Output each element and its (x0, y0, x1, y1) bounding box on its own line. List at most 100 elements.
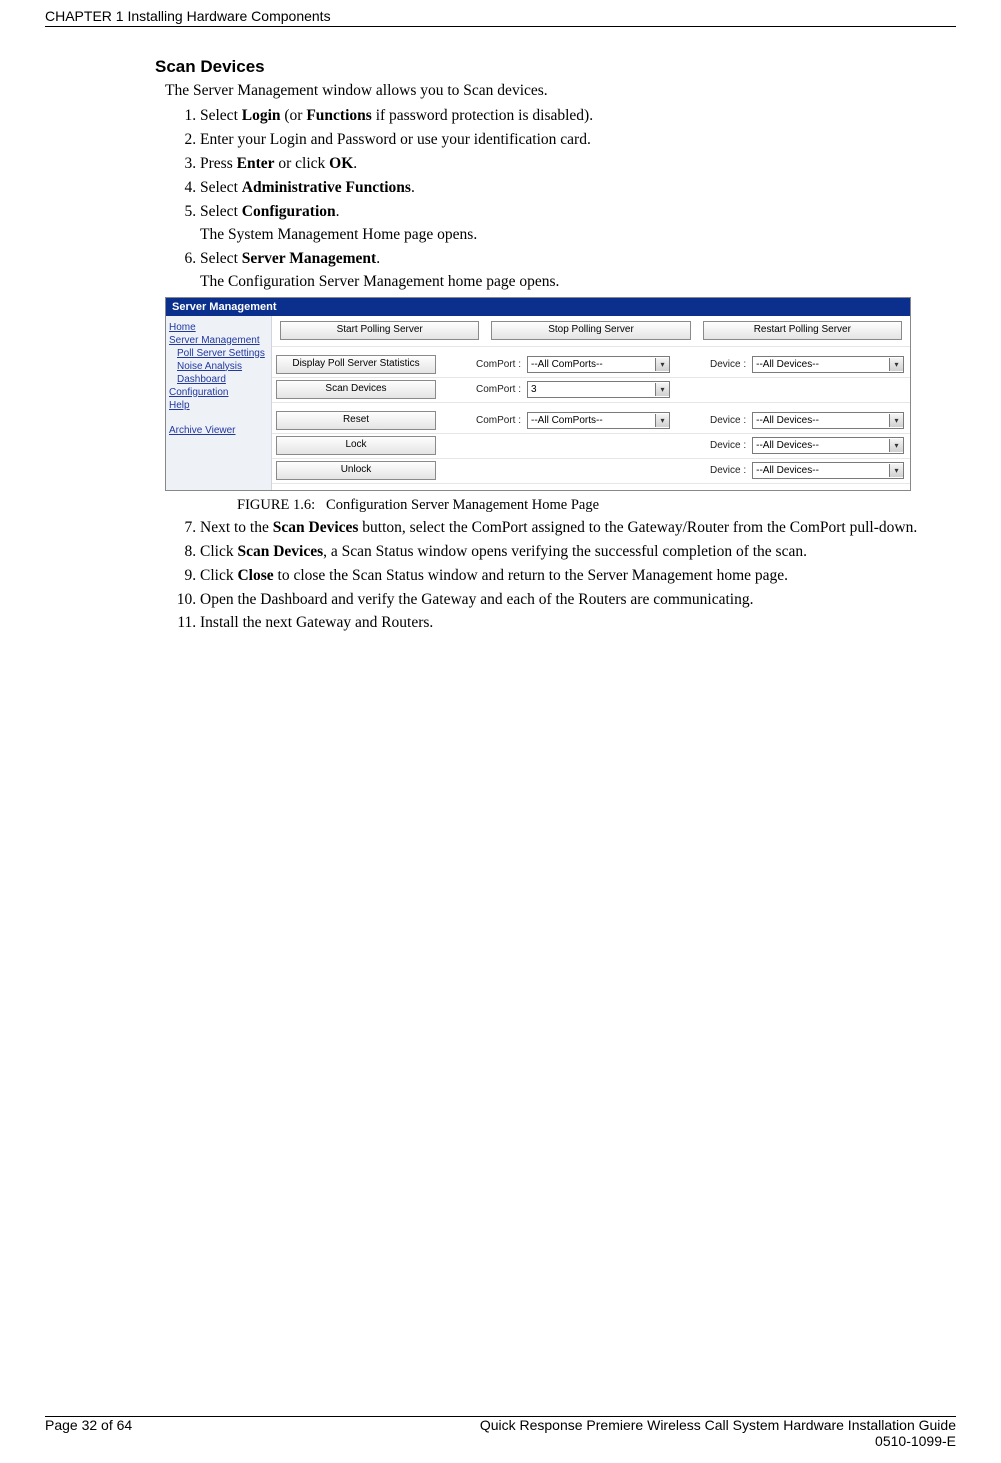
step-note: The Configuration Server Management home… (200, 272, 936, 293)
step-bold: OK (329, 155, 353, 172)
step-text: . (376, 250, 380, 267)
comport-select-stats[interactable]: --All ComPorts-- (527, 356, 670, 373)
step-8: Click Scan Devices, a Scan Status window… (200, 542, 936, 563)
dropdown-arrow-icon (889, 439, 903, 452)
step-bold: Server Management (242, 250, 376, 267)
step-text: button, select the ComPort assigned to t… (358, 519, 917, 536)
step-bold: Login (242, 107, 281, 124)
step-text: or click (275, 155, 330, 172)
reset-button[interactable]: Reset (276, 411, 436, 430)
lock-button[interactable]: Lock (276, 436, 436, 455)
device-select-reset[interactable]: --All Devices-- (752, 412, 904, 429)
nav-configuration[interactable]: Configuration (169, 387, 271, 398)
step-text: to close the Scan Status window and retu… (274, 567, 788, 584)
step-bold: Administrative Functions (242, 179, 411, 196)
dropdown-arrow-icon (655, 383, 669, 396)
figure-title: Configuration Server Management Home Pag… (326, 497, 599, 513)
select-value: --All ComPorts-- (531, 415, 603, 426)
step-4: Select Administrative Functions. (200, 178, 936, 199)
running-header: CHAPTER 1 Installing Hardware Components (45, 0, 956, 24)
footer-page-number: Page 32 of 64 (45, 1417, 132, 1449)
step-bold: Functions (306, 107, 371, 124)
dropdown-arrow-icon (655, 358, 669, 371)
comport-label: ComPort : (470, 359, 521, 370)
step-bold: Scan Devices (237, 543, 323, 560)
dropdown-arrow-icon (655, 414, 669, 427)
procedure-list-continued: Next to the Scan Devices button, select … (165, 518, 936, 635)
nav-poll-settings[interactable]: Poll Server Settings (169, 348, 271, 359)
step-text: Select (200, 107, 242, 124)
start-polling-button[interactable]: Start Polling Server (280, 321, 479, 340)
step-text: Select (200, 203, 242, 220)
step-9: Click Close to close the Scan Status win… (200, 566, 936, 587)
step-text: Click (200, 543, 237, 560)
procedure-list: Select Login (or Functions if password p… (165, 106, 936, 292)
nav-noise-analysis[interactable]: Noise Analysis (169, 361, 271, 372)
step-7: Next to the Scan Devices button, select … (200, 518, 936, 539)
page-footer: Page 32 of 64 Quick Response Premiere Wi… (45, 1416, 956, 1449)
step-text: if password protection is disabled). (372, 107, 593, 124)
step-text: . (336, 203, 340, 220)
step-2: Enter your Login and Password or use you… (200, 130, 936, 151)
footer-guide-title: Quick Response Premiere Wireless Call Sy… (480, 1417, 956, 1433)
select-value: --All Devices-- (756, 465, 819, 476)
nav-server-management[interactable]: Server Management (169, 335, 271, 346)
display-stats-button[interactable]: Display Poll Server Statistics (276, 355, 436, 374)
step-text: . (353, 155, 357, 172)
step-bold: Enter (237, 155, 275, 172)
nav-home[interactable]: Home (169, 322, 271, 333)
step-text: , a Scan Status window opens verifying t… (323, 543, 807, 560)
select-value: --All Devices-- (756, 359, 819, 370)
window-titlebar: Server Management (166, 298, 910, 316)
nav-archive-viewer[interactable]: Archive Viewer (169, 425, 271, 436)
step-11: Install the next Gateway and Routers. (200, 613, 936, 634)
step-note: The System Management Home page opens. (200, 225, 936, 246)
footer-doc-number: 0510-1099-E (875, 1433, 956, 1449)
comport-label: ComPort : (470, 415, 521, 426)
step-10: Open the Dashboard and verify the Gatewa… (200, 590, 936, 611)
device-select-lock[interactable]: --All Devices-- (752, 437, 904, 454)
dropdown-arrow-icon (889, 358, 903, 371)
device-label: Device : (704, 465, 746, 476)
step-3: Press Enter or click OK. (200, 154, 936, 175)
nav-dashboard[interactable]: Dashboard (169, 374, 271, 385)
select-value: --All ComPorts-- (531, 359, 603, 370)
step-text: Next to the (200, 519, 273, 536)
comport-select-scan[interactable]: 3 (527, 381, 670, 398)
stop-polling-button[interactable]: Stop Polling Server (491, 321, 690, 340)
dropdown-arrow-icon (889, 464, 903, 477)
step-text: Select (200, 179, 242, 196)
select-value: --All Devices-- (756, 440, 819, 451)
step-bold: Configuration (242, 203, 336, 220)
figure-label: FIGURE 1.6: (237, 497, 315, 513)
scan-devices-button[interactable]: Scan Devices (276, 380, 436, 399)
select-value: 3 (531, 384, 537, 395)
select-value: --All Devices-- (756, 415, 819, 426)
step-text: Select (200, 250, 242, 267)
header-divider (45, 26, 956, 27)
restart-polling-button[interactable]: Restart Polling Server (703, 321, 902, 340)
comport-select-reset[interactable]: --All ComPorts-- (527, 412, 670, 429)
device-label: Device : (704, 440, 746, 451)
step-text: Press (200, 155, 237, 172)
screenshot-main: Start Polling Server Stop Polling Server… (272, 316, 910, 490)
step-1: Select Login (or Functions if password p… (200, 106, 936, 127)
step-5: Select Configuration. The System Managem… (200, 202, 936, 246)
device-select-unlock[interactable]: --All Devices-- (752, 462, 904, 479)
step-text: . (411, 179, 415, 196)
screenshot-sidebar: Home Server Management Poll Server Setti… (166, 316, 272, 490)
intro-paragraph: The Server Management window allows you … (165, 81, 936, 100)
figure-caption: FIGURE 1.6: Configuration Server Managem… (237, 497, 936, 514)
unlock-button[interactable]: Unlock (276, 461, 436, 480)
step-text: (or (281, 107, 307, 124)
nav-help[interactable]: Help (169, 400, 271, 411)
section-heading: Scan Devices (155, 57, 936, 77)
device-select-stats[interactable]: --All Devices-- (752, 356, 904, 373)
step-text: Click (200, 567, 237, 584)
device-label: Device : (704, 415, 746, 426)
figure-1-6: Server Management Home Server Management… (165, 297, 936, 514)
step-bold: Scan Devices (273, 519, 359, 536)
step-bold: Close (237, 567, 273, 584)
device-label: Device : (704, 359, 746, 370)
comport-label: ComPort : (470, 384, 521, 395)
